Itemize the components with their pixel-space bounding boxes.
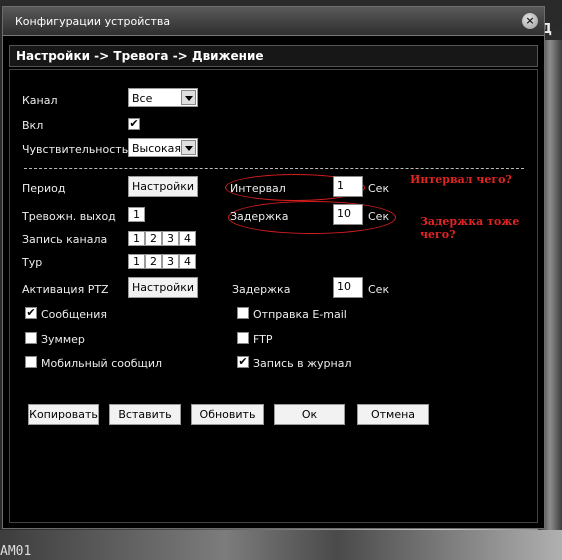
ptz-label: Активация PTZ bbox=[22, 283, 109, 296]
channel-chip-1[interactable]: 1 bbox=[128, 231, 145, 246]
close-icon[interactable]: × bbox=[522, 13, 538, 29]
ptz-delay-label: Задержка bbox=[232, 283, 291, 296]
interval-annotation: Интервал чего? bbox=[410, 173, 512, 186]
log-checkbox[interactable]: ✔ bbox=[237, 356, 249, 368]
channel-chip-1[interactable]: 1 bbox=[128, 254, 145, 269]
breadcrumb-text: Настройки -> Тревога -> Движение bbox=[16, 49, 264, 63]
cancel-button[interactable]: Отмена bbox=[357, 404, 429, 425]
refresh-button[interactable]: Обновить bbox=[191, 404, 264, 425]
enabled-label: Вкл bbox=[22, 119, 44, 132]
chevron-down-icon[interactable] bbox=[181, 140, 196, 155]
interval-unit: Сек bbox=[368, 182, 390, 195]
email-checkbox[interactable] bbox=[237, 307, 249, 319]
channel-chip-4[interactable]: 4 bbox=[179, 254, 196, 269]
period-settings-button[interactable]: Настройки bbox=[128, 176, 198, 197]
paste-button[interactable]: Вставить bbox=[109, 404, 181, 425]
channel-chip-2[interactable]: 2 bbox=[145, 254, 162, 269]
mobile-label: Мобильный сообщил bbox=[41, 357, 163, 370]
sensitivity-label: Чувствительность bbox=[22, 143, 129, 156]
delay-label: Задержка bbox=[230, 210, 289, 223]
interval-label: Интервал bbox=[230, 182, 286, 195]
alarm-output-label: Тревожн. выход bbox=[22, 210, 116, 223]
channel-select[interactable]: Все bbox=[128, 88, 198, 107]
sensitivity-select-value: Высокая bbox=[132, 142, 182, 155]
delay-input[interactable]: 10 bbox=[333, 204, 363, 225]
enabled-checkbox[interactable]: ✔ bbox=[128, 118, 140, 130]
ptz-settings-button[interactable]: Настройки bbox=[128, 277, 198, 298]
ptz-delay-unit: Сек bbox=[368, 283, 390, 296]
title-bar[interactable]: Конфигурации устройства × bbox=[3, 7, 544, 36]
chevron-down-icon[interactable] bbox=[181, 90, 196, 105]
ftp-checkbox[interactable] bbox=[237, 332, 249, 344]
interval-input[interactable]: 1 bbox=[333, 176, 363, 197]
record-channel-label: Запись канала bbox=[22, 233, 108, 246]
buzzer-checkbox[interactable] bbox=[25, 332, 37, 344]
copy-button[interactable]: Копировать bbox=[28, 404, 99, 425]
email-label: Отправка E-mail bbox=[253, 308, 347, 321]
mobile-checkbox[interactable] bbox=[25, 356, 37, 368]
device-config-dialog: Конфигурации устройства × Настройки -> Т… bbox=[2, 6, 545, 529]
channel-label: Канал bbox=[22, 94, 58, 107]
channel-chip-3[interactable]: 3 bbox=[162, 254, 179, 269]
delay-annotation: Задержка тоже чего? bbox=[420, 215, 520, 241]
tour-label: Тур bbox=[22, 256, 43, 269]
messages-checkbox[interactable]: ✔ bbox=[25, 307, 37, 319]
breadcrumb: Настройки -> Тревога -> Движение bbox=[9, 45, 538, 67]
delay-unit: Сек bbox=[368, 210, 390, 223]
ptz-delay-input[interactable]: 10 bbox=[333, 277, 363, 298]
section-divider bbox=[24, 168, 524, 169]
sensitivity-select[interactable]: Высокая bbox=[128, 138, 198, 157]
channel-chip-3[interactable]: 3 bbox=[162, 231, 179, 246]
channel-chip-2[interactable]: 2 bbox=[145, 231, 162, 246]
window-title: Конфигурации устройства bbox=[15, 15, 171, 28]
channel-select-value: Все bbox=[132, 92, 153, 105]
channel-chip-1[interactable]: 1 bbox=[128, 207, 145, 222]
motion-settings-panel: Канал Все Вкл ✔ Чувствительность Высокая… bbox=[9, 69, 538, 523]
channel-chip-4[interactable]: 4 bbox=[179, 231, 196, 246]
ftp-label: FTP bbox=[253, 333, 273, 346]
messages-label: Сообщения bbox=[41, 308, 108, 321]
period-label: Период bbox=[22, 182, 66, 195]
camera-label: AM01 bbox=[0, 544, 32, 559]
buzzer-label: Зуммер bbox=[41, 333, 85, 346]
log-label: Запись в журнал bbox=[253, 357, 352, 370]
ok-button[interactable]: Ок bbox=[274, 404, 345, 425]
background-shape bbox=[0, 530, 562, 560]
